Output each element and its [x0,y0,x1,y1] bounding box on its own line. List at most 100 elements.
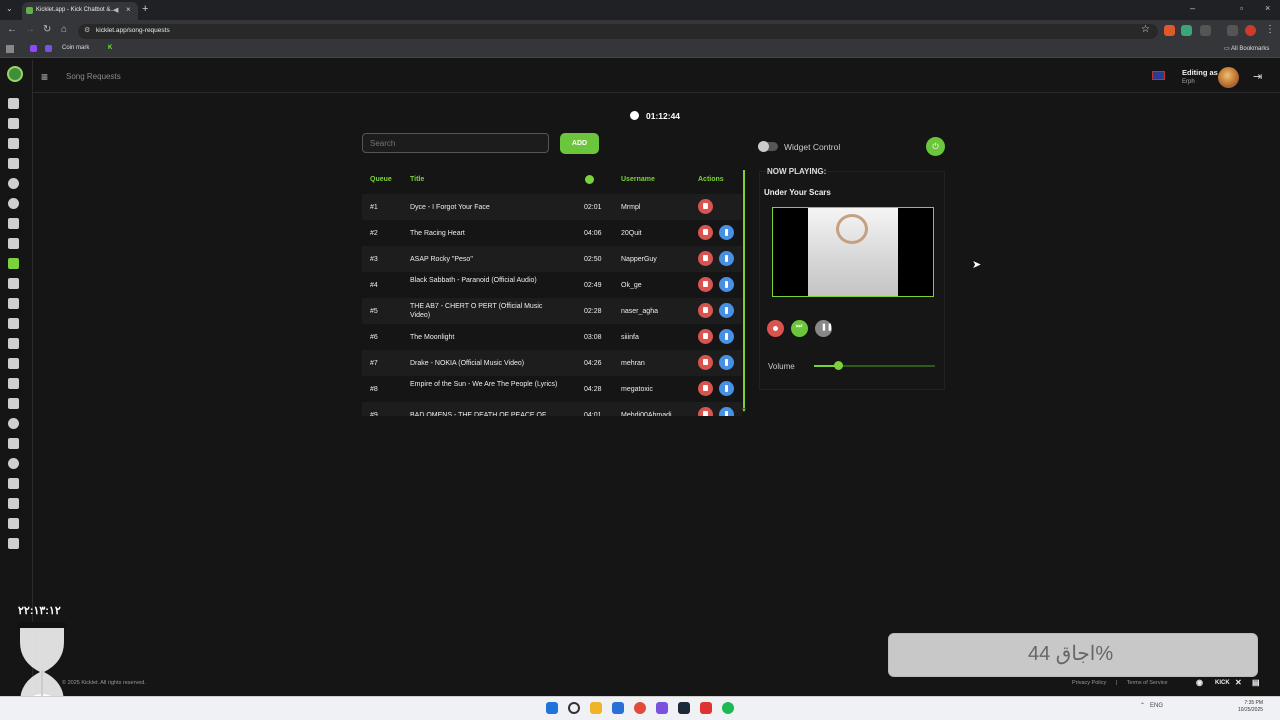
app-icon[interactable] [700,702,712,714]
chrome-icon[interactable] [634,702,646,714]
bookmark-k[interactable]: K [108,45,112,51]
timer-icon[interactable] [8,198,19,209]
tray-chevron-icon[interactable]: ⌃ [1140,703,1145,709]
table-row[interactable]: #7 Drake - NOKIA (Official Music Video) 04… [362,350,742,376]
move-up-button[interactable] [719,381,734,396]
sidepanel-icon[interactable] [1227,25,1238,36]
dashboard-icon[interactable] [8,98,19,109]
back-icon[interactable]: ← [7,24,17,35]
uk-flag-icon[interactable] [1152,71,1165,80]
tab-search-icon[interactable]: ⌄ [6,4,13,13]
add-button[interactable]: ADD [560,133,599,154]
search-input[interactable] [362,133,549,153]
apps-grid-icon[interactable] [6,45,14,53]
forward-icon[interactable]: → [25,24,35,35]
id-card-icon[interactable] [8,538,19,549]
more-menu-icon[interactable]: ⋮ [1265,24,1275,35]
delete-button[interactable] [698,303,713,318]
skip-button[interactable]: ⏭ [791,320,808,337]
star-bookmark-icon[interactable]: ☆ [1141,24,1150,35]
music-icon[interactable] [8,258,19,269]
link-icon[interactable] [8,338,19,349]
all-bookmarks[interactable]: ▭ All Bookmarks [1224,45,1269,52]
move-up-button[interactable] [719,407,734,416]
power-button[interactable]: ⏻ [926,137,945,156]
stop-button[interactable] [767,320,784,337]
video-icon[interactable] [8,378,19,389]
table-row[interactable]: #1 Dyce - I Forgot Your Face 02:01 Mrmpl [362,194,742,220]
extension-icon[interactable] [1164,25,1175,36]
chart-icon[interactable] [8,358,19,369]
system-tray[interactable]: ⌃ ENG [1140,702,1163,709]
app-icon[interactable] [656,702,668,714]
delete-button[interactable] [698,381,713,396]
spotify-icon[interactable] [722,702,734,714]
address-bar[interactable] [78,24,1158,39]
extension-icon[interactable] [1181,25,1192,36]
clipboard-icon[interactable] [8,118,19,129]
extensions-puzzle-icon[interactable] [1200,25,1211,36]
browser-tab[interactable]: Kicklet.app - Kick Chatbot &... ◀ × [22,2,138,20]
move-up-button[interactable] [719,225,734,240]
emoji-icon[interactable] [8,418,19,429]
chat-icon[interactable] [8,178,19,189]
bookmark-coin-mark[interactable]: Coin mark [62,45,89,51]
profile-icon[interactable] [1245,25,1256,36]
delete-button[interactable] [698,199,713,214]
commands-icon[interactable] [8,138,19,149]
avatar[interactable] [1218,67,1239,88]
discord-icon[interactable]: ◉ [1196,678,1203,687]
monitor-icon[interactable] [8,478,19,489]
scroll-down-icon[interactable]: ▼ [741,408,747,414]
kick-icon[interactable]: KICK [1215,680,1230,686]
steam-icon[interactable] [678,702,690,714]
home-icon[interactable]: ⌂ [61,24,67,35]
table-row[interactable]: #3 ASAP Rocky "Peso" 02:50 NapperGuy [362,246,742,272]
search-taskbar-icon[interactable] [568,702,580,714]
x-icon[interactable]: ✕ [1235,678,1242,687]
lang-indicator[interactable]: ENG [1150,703,1163,709]
site-info-icon[interactable]: ⚙ [84,26,90,34]
logout-icon[interactable]: ⇥ [1253,70,1262,83]
delete-button[interactable] [698,225,713,240]
table-row[interactable]: #4 Black Sabbath - Paranoid (Official Aud… [362,272,742,298]
speaker-icon[interactable]: ◀ [113,6,118,14]
tools-icon[interactable] [8,158,19,169]
shield-icon[interactable] [8,218,19,229]
package-icon[interactable] [8,398,19,409]
cart-icon[interactable] [8,318,19,329]
bookmark-icon[interactable] [30,45,37,52]
move-up-button[interactable] [719,251,734,266]
delete-button[interactable] [698,407,713,416]
alert-icon[interactable] [8,238,19,249]
reload-icon[interactable]: ↻ [43,24,51,35]
toggle-knob[interactable] [758,141,769,152]
minimize-icon[interactable]: – [1190,3,1195,13]
table-row[interactable]: #9 BAD OMENS - THE DEATH OF PEACE OF MIND… [362,402,742,416]
twitch-bookmark-icon[interactable] [45,45,52,52]
move-up-button[interactable] [719,277,734,292]
document-icon[interactable]: ▤ [1252,678,1260,687]
move-up-button[interactable] [719,329,734,344]
move-up-button[interactable] [719,355,734,370]
delete-button[interactable] [698,355,713,370]
delete-button[interactable] [698,329,713,344]
app-icon[interactable] [612,702,624,714]
privacy-link[interactable]: Privacy Policy [1072,680,1106,686]
table-row[interactable]: #6 The Moonlight 03:08 siiinfa [362,324,742,350]
pause-button[interactable]: ❚❚ [815,320,833,337]
clapper-icon[interactable] [8,438,19,449]
terms-link[interactable]: Terms of Service [1127,680,1168,686]
move-up-button[interactable] [719,303,734,318]
queue-table[interactable]: #1 Dyce - I Forgot Your Face 02:01 Mrmpl #2 T… [362,168,744,416]
star-icon[interactable] [8,278,19,289]
delete-button[interactable] [698,277,713,292]
file-explorer-icon[interactable] [590,702,602,714]
maximize-icon[interactable]: ▫ [1240,3,1243,13]
close-window-icon[interactable]: × [1265,3,1270,13]
message-icon[interactable] [8,458,19,469]
table-row[interactable]: #2 The Racing Heart 04:06 20Quit [362,220,742,246]
search-icon[interactable] [8,498,19,509]
windows-start-icon[interactable] [546,702,558,714]
system-clock[interactable]: 7:35 PM 10/25/2025 [1238,700,1263,714]
